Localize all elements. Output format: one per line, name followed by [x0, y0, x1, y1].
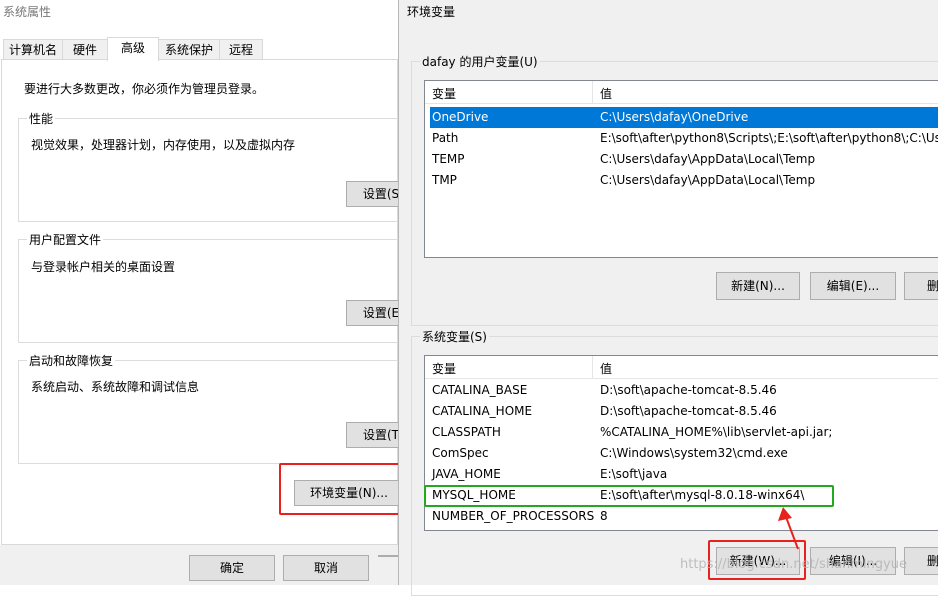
var-value: C:\Users\dafay\AppData\Local\Temp — [600, 152, 816, 166]
system-properties-footer: 确定 取消 — [0, 545, 408, 585]
tab-hardware[interactable]: 硬件 — [62, 39, 108, 60]
system-col-variable[interactable]: 变量 — [432, 360, 456, 377]
var-name: TEMP — [432, 152, 465, 166]
tab-computer-name[interactable]: 计算机名 — [3, 39, 63, 60]
cancel-button[interactable]: 取消 — [283, 555, 369, 581]
startup-recovery-label: 启动和故障恢复 — [27, 352, 116, 369]
ok-button[interactable]: 确定 — [189, 555, 275, 581]
watermark: https://blog.csdn.net/shanmingyue — [680, 557, 907, 572]
var-value: %CATALINA_HOME%\lib\servlet-api.jar; — [600, 425, 833, 439]
list-item[interactable]: NUMBER_OF_PROCESSORS 8 — [430, 506, 938, 527]
var-name: CATALINA_BASE — [432, 383, 528, 397]
var-name: OneDrive — [432, 110, 489, 124]
user-delete-button[interactable]: 删 — [904, 272, 938, 300]
var-value: C:\Users\dafay\AppData\Local\Temp — [600, 173, 816, 187]
env-window-title: 环境变量 — [407, 5, 456, 19]
var-name: CLASSPATH — [432, 425, 501, 439]
user-variables-list[interactable]: 变量 值 OneDrive C:\Users\dafay\OneDrive Pa… — [424, 80, 938, 258]
list-item[interactable]: TMP C:\Users\dafay\AppData\Local\Temp — [430, 170, 938, 191]
var-value: D:\soft\apache-tomcat-8.5.46 — [600, 383, 777, 397]
var-value: E:\soft\after\python8\Scripts\;E:\soft\a… — [600, 131, 938, 145]
var-name: CATALINA_HOME — [432, 404, 533, 418]
user-list-header: 变量 值 — [425, 81, 938, 104]
performance-desc: 视觉效果，处理器计划，内存使用，以及虚拟内存 — [31, 138, 296, 152]
var-name: JAVA_HOME — [432, 467, 501, 481]
startup-recovery-group: 启动和故障恢复 系统启动、系统故障和调试信息 设置(T — [18, 352, 416, 464]
system-list-header: 变量 值 — [425, 356, 938, 379]
tab-advanced[interactable]: 高级 — [107, 37, 159, 61]
performance-label: 性能 — [27, 110, 56, 127]
var-value: E:\soft\java — [600, 467, 668, 481]
user-new-button[interactable]: 新建(N)... — [716, 272, 800, 300]
annotation-red-box-env-button — [279, 463, 401, 515]
list-item[interactable]: TEMP C:\Users\dafay\AppData\Local\Temp — [430, 149, 938, 170]
user-variables-group: dafay 的用户变量(U) 变量 值 OneDrive C:\Users\da… — [411, 53, 938, 326]
user-col-variable[interactable]: 变量 — [432, 85, 456, 102]
var-name: NUMBER_OF_PROCESSORS — [432, 509, 595, 523]
user-profiles-label: 用户配置文件 — [27, 231, 104, 248]
performance-group: 性能 视觉效果，处理器计划，内存使用，以及虚拟内存 设置(S — [18, 110, 416, 222]
var-name: Path — [432, 131, 459, 145]
tab-bar: 计算机名 硬件 高级 系统保护 远程 — [0, 37, 398, 61]
system-col-value[interactable]: 值 — [600, 360, 612, 377]
var-name: TMP — [432, 173, 457, 187]
user-col-divider[interactable] — [592, 81, 593, 103]
user-profiles-desc: 与登录帐户相关的桌面设置 — [31, 260, 176, 274]
tab-remote[interactable]: 远程 — [219, 39, 263, 60]
startup-recovery-desc: 系统启动、系统故障和调试信息 — [31, 380, 200, 394]
user-col-value[interactable]: 值 — [600, 85, 612, 102]
var-name: ComSpec — [432, 446, 489, 460]
user-profiles-group: 用户配置文件 与登录帐户相关的桌面设置 设置(E — [18, 231, 416, 343]
user-edit-button[interactable]: 编辑(E)... — [810, 272, 896, 300]
system-col-divider[interactable] — [592, 356, 593, 378]
var-value: D:\soft\apache-tomcat-8.5.46 — [600, 404, 777, 418]
admin-note: 要进行大多数更改，你必须作为管理员登录。 — [24, 82, 265, 96]
list-item[interactable]: CATALINA_BASE D:\soft\apache-tomcat-8.5.… — [430, 380, 938, 401]
list-item[interactable]: CLASSPATH %CATALINA_HOME%\lib\servlet-ap… — [430, 422, 938, 443]
list-item[interactable]: OneDrive C:\Users\dafay\OneDrive — [430, 107, 938, 128]
var-value: C:\Users\dafay\OneDrive — [600, 110, 749, 124]
list-item[interactable]: CATALINA_HOME D:\soft\apache-tomcat-8.5.… — [430, 401, 938, 422]
annotation-arrow-icon — [778, 507, 799, 550]
system-variables-label: 系统变量(S) — [420, 328, 489, 345]
var-value: C:\Windows\system32\cmd.exe — [600, 446, 788, 460]
var-value: 8 — [600, 509, 608, 523]
system-delete-button[interactable]: 删 — [904, 547, 938, 575]
list-item[interactable]: Path E:\soft\after\python8\Scripts\;E:\s… — [430, 128, 938, 149]
user-variables-label: dafay 的用户变量(U) — [420, 53, 540, 70]
list-item[interactable]: ComSpec C:\Windows\system32\cmd.exe — [430, 443, 938, 464]
tab-system-protection[interactable]: 系统保护 — [158, 39, 220, 60]
list-item[interactable]: JAVA_HOME E:\soft\java — [430, 464, 938, 485]
system-properties-title: 系统属性 — [0, 0, 398, 28]
